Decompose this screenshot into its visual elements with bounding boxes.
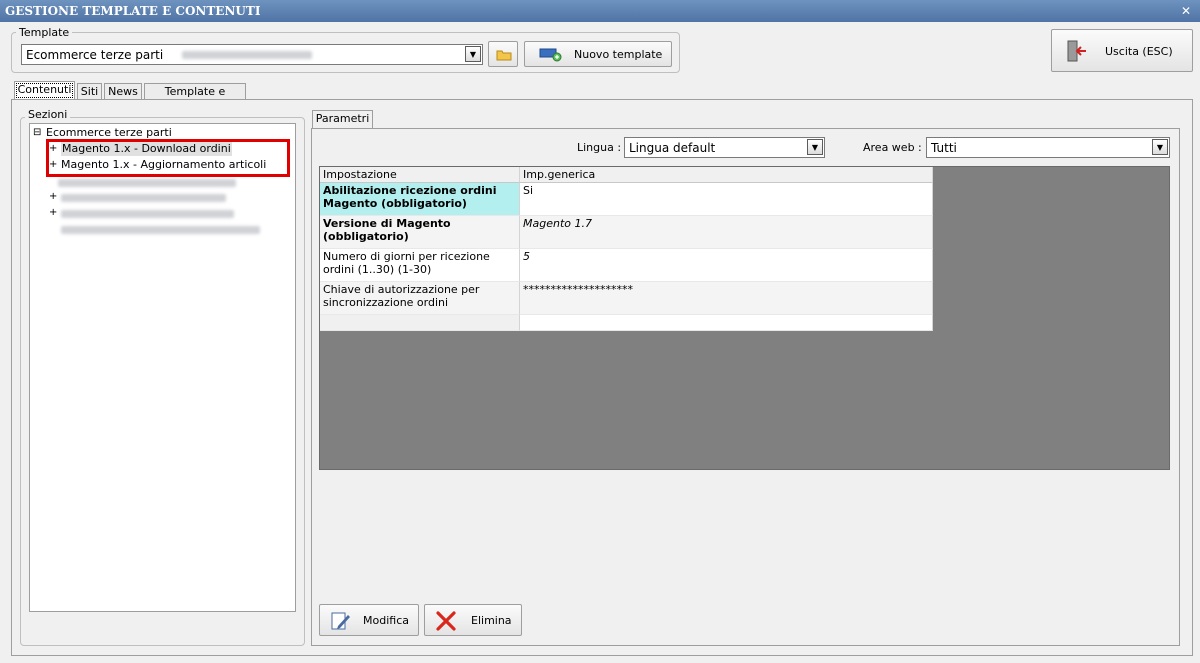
open-folder-button[interactable] — [488, 41, 518, 67]
delete-x-icon — [436, 611, 456, 631]
tree-item-blurred[interactable] — [58, 179, 236, 187]
exit-label: Uscita (ESC) — [1105, 45, 1173, 58]
setting-cell[interactable]: Versione di Magento (obbligatorio) — [320, 216, 520, 249]
highlight-annotation — [46, 139, 290, 177]
empty-row[interactable] — [320, 315, 520, 331]
collapse-icon[interactable]: ⊟ — [33, 127, 41, 138]
edit-button[interactable]: Modifica — [319, 604, 419, 636]
setting-cell[interactable]: Chiave di autorizzazione per sincronizza… — [320, 282, 520, 315]
template-select-extra-value — [182, 51, 312, 59]
empty-row[interactable] — [520, 315, 933, 331]
lingua-select[interactable]: Lingua default ▼ — [624, 137, 825, 158]
edit-icon — [331, 612, 350, 630]
tab-contenuti[interactable]: Contenuti — [14, 81, 75, 100]
tab-news[interactable]: News — [104, 83, 142, 100]
chevron-down-icon[interactable]: ▼ — [807, 139, 823, 155]
delete-label: Elimina — [471, 614, 512, 627]
params-table: Impostazione Imp.generica Abilitazione r… — [320, 167, 933, 331]
tree-item-blurred[interactable] — [61, 194, 226, 202]
setting-cell[interactable]: Numero di giorni per ricezione ordini (1… — [320, 249, 520, 282]
tab-siti-label: Siti — [80, 85, 99, 98]
tab-siti[interactable]: Siti — [77, 83, 102, 100]
chevron-down-icon[interactable]: ▼ — [1152, 139, 1168, 155]
area-web-label: Area web : — [863, 141, 922, 154]
area-web-select[interactable]: Tutti ▼ — [926, 137, 1170, 158]
new-template-label: Nuovo template — [574, 48, 663, 61]
area-web-select-value: Tutti — [931, 141, 957, 155]
tree-item-blurred[interactable] — [61, 226, 260, 234]
delete-button[interactable]: Elimina — [424, 604, 522, 636]
exit-button[interactable]: Uscita (ESC) — [1051, 29, 1193, 72]
value-cell[interactable]: Magento 1.7 — [520, 216, 933, 249]
tab-parametri[interactable]: Parametri — [312, 110, 373, 129]
expand-icon[interactable]: + — [49, 207, 57, 218]
tree-item-blurred[interactable] — [61, 210, 234, 218]
template-select[interactable]: Ecommerce terze parti ▼ — [21, 44, 483, 65]
lingua-select-value: Lingua default — [629, 141, 716, 155]
edit-label: Modifica — [363, 614, 409, 627]
header-imp-generica[interactable]: Imp.generica — [520, 167, 933, 183]
tab-news-label: News — [108, 85, 138, 98]
template-select-value: Ecommerce terze parti — [26, 48, 164, 62]
tab-parametri-label: Parametri — [315, 112, 370, 125]
value-cell[interactable]: ******************** — [520, 282, 933, 315]
tab-contenuti-label: Contenuti — [17, 83, 72, 96]
expand-icon[interactable]: + — [49, 191, 57, 202]
setting-cell[interactable]: Abilitazione ricezione ordini Magento (o… — [320, 183, 520, 216]
close-icon[interactable]: ✕ — [1178, 0, 1194, 22]
value-cell[interactable]: 5 — [520, 249, 933, 282]
exit-door-icon — [1067, 40, 1086, 62]
add-document-icon — [539, 48, 562, 62]
sections-label: Sezioni — [25, 108, 71, 121]
window-title: GESTIONE TEMPLATE E CONTENUTI — [0, 0, 1200, 22]
folder-icon — [496, 50, 512, 61]
new-template-button[interactable]: Nuovo template — [524, 41, 672, 67]
header-impostazione[interactable]: Impostazione — [320, 167, 520, 183]
chevron-down-icon[interactable]: ▼ — [465, 46, 481, 62]
template-group-label: Template — [16, 26, 73, 39]
tree-root[interactable]: Ecommerce terze parti — [46, 126, 172, 140]
lingua-label: Lingua : — [577, 141, 622, 154]
tab-template-plugins[interactable]: Template e plugins — [144, 83, 246, 114]
sections-tree[interactable]: ⊟ Ecommerce terze parti + Magento 1.x - … — [29, 123, 296, 612]
value-cell[interactable]: Si — [520, 183, 933, 216]
